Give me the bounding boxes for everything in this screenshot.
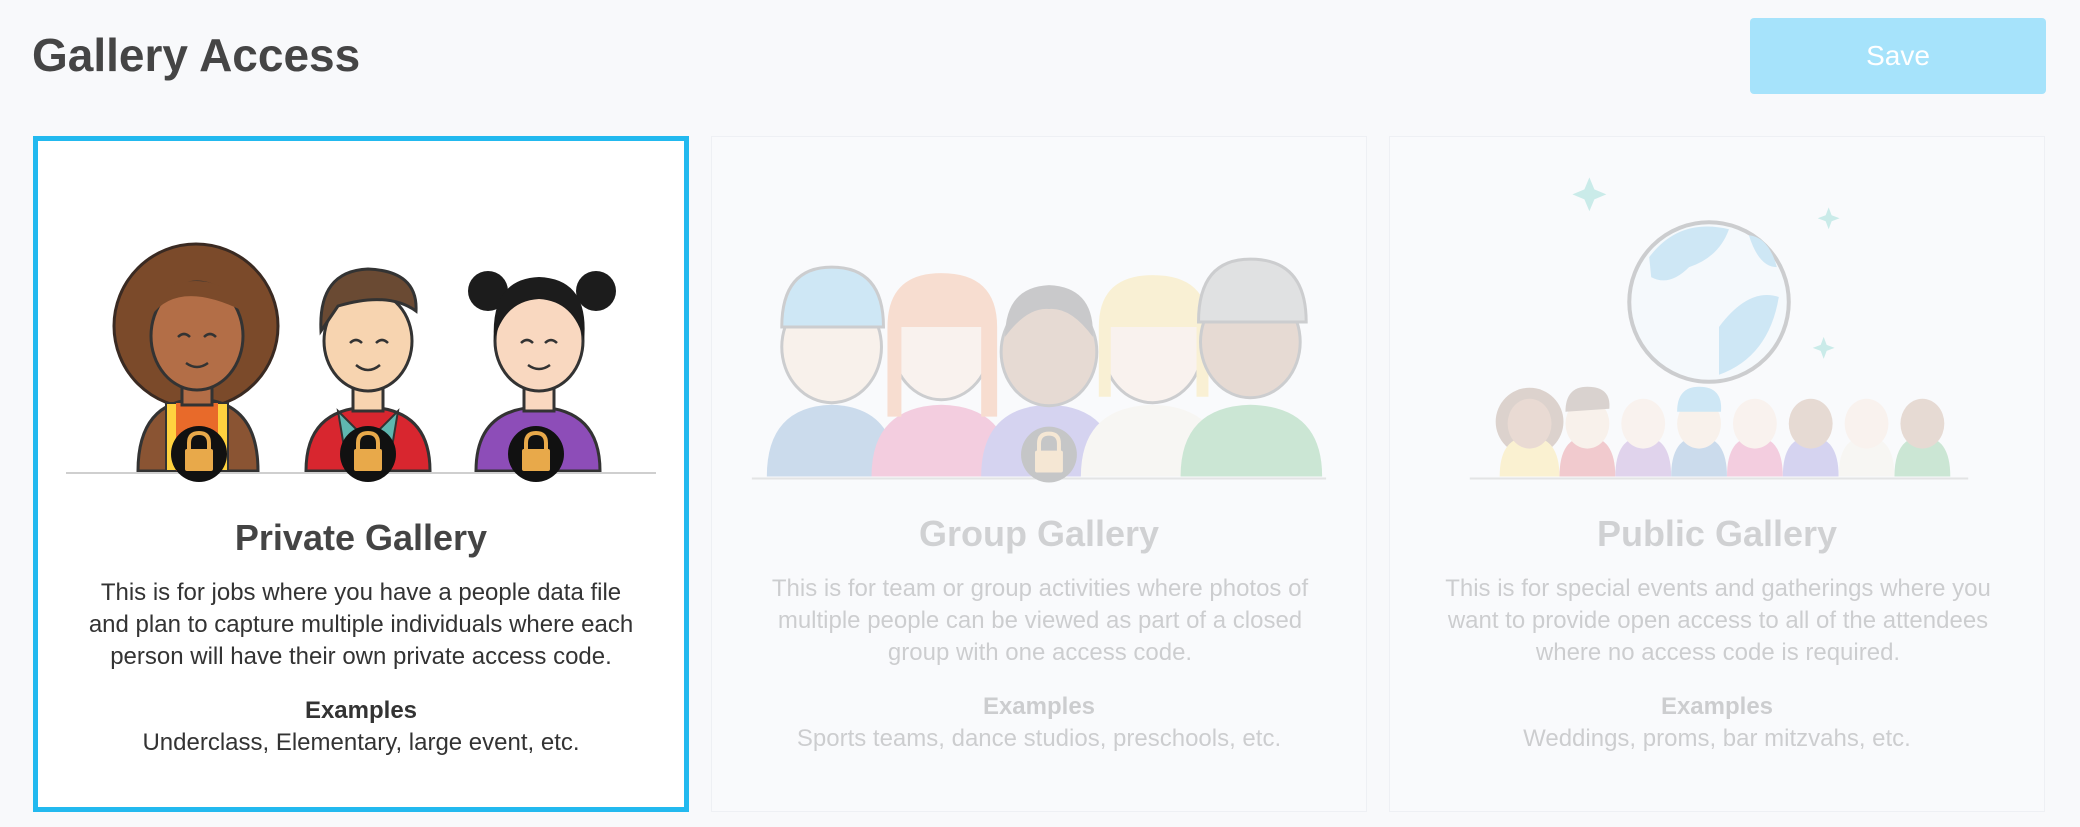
card-title: Private Gallery: [234, 517, 488, 558]
examples-heading: Examples: [1660, 693, 1774, 720]
globe-icon: [1627, 220, 1791, 384]
lock-icon: [340, 426, 396, 482]
examples-text: Weddings, proms, bar mitzvahs, etc.: [1523, 725, 1911, 752]
page-title: Gallery Access: [32, 29, 361, 81]
lock-icon: [171, 426, 227, 482]
crowd-of-people-icon: [1495, 386, 1951, 477]
group-gallery-card[interactable]: Group Gallery This is for team or group …: [711, 136, 1367, 812]
lock-icon: [1021, 426, 1077, 483]
examples-text: Sports teams, dance studios, preschools,…: [796, 725, 1282, 752]
group-people-illustration: [751, 257, 1327, 483]
public-crowd-illustration: [1469, 177, 1969, 480]
examples-heading: Examples: [304, 697, 418, 724]
private-gallery-card[interactable]: Private Gallery This is for jobs where y…: [33, 136, 689, 812]
save-button[interactable]: Save: [1750, 18, 2046, 94]
card-description: This is for jobs where you have a people…: [88, 579, 634, 670]
card-description: This is for team or group activities whe…: [771, 575, 1309, 666]
private-people-illustration: [66, 242, 656, 482]
gallery-type-options: Private Gallery This is for jobs where y…: [33, 136, 2048, 812]
lock-icon: [508, 426, 564, 482]
card-description: This is for special events and gathering…: [1445, 575, 1991, 666]
card-title: Group Gallery: [918, 513, 1160, 554]
examples-text: Underclass, Elementary, large event, etc…: [142, 729, 580, 756]
examples-heading: Examples: [982, 693, 1096, 720]
public-gallery-card[interactable]: Public Gallery This is for special event…: [1389, 136, 2045, 812]
card-title: Public Gallery: [1596, 513, 1838, 554]
